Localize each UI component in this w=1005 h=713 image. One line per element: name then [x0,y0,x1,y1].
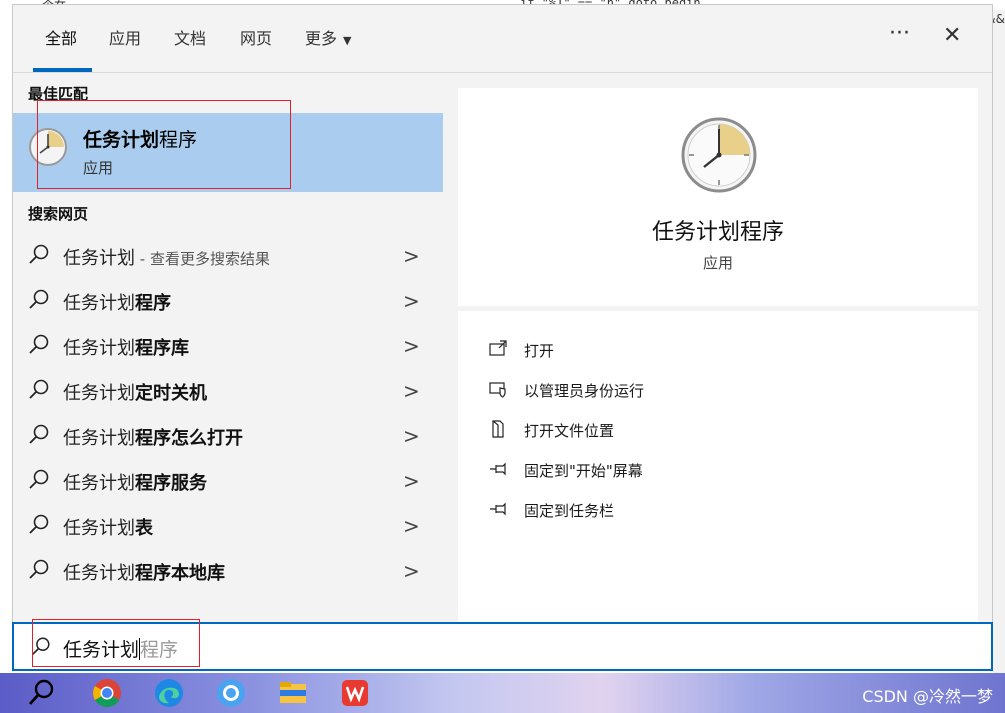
result-query: 任务计划 [63,248,135,269]
web-search-heading: 搜索网页 [28,205,89,223]
action-open[interactable]: 打开 [488,335,948,365]
search-icon[interactable] [26,677,58,709]
action-label: 打开文件位置 [524,422,615,440]
tab-more-label: 更多 [305,29,338,48]
search-icon [29,289,49,309]
more-options-icon[interactable]: ··· [889,21,910,46]
action-open-file-location[interactable]: 打开文件位置 [488,415,948,445]
result-completion: 程序服务 [135,473,207,494]
chevron-right-icon: > [403,289,420,313]
chrome-icon[interactable] [91,677,123,709]
result-query: 任务计划 [63,338,135,359]
chevron-right-icon: > [403,244,420,268]
tab-web[interactable]: 网页 [240,5,272,72]
search-icon [29,424,49,444]
action-pin-to-start[interactable]: 固定到"开始"屏幕 [488,455,948,485]
tab-all[interactable]: 全部 [45,5,77,72]
search-icon [29,559,49,579]
result-query: 任务计划 [63,428,135,449]
preview-header: 任务计划程序 应用 [458,88,978,306]
web-result-text: 任务计划 - 查看更多搜索结果 [63,244,270,270]
action-label: 以管理员身份运行 [524,382,645,400]
web-result-row[interactable]: 任务计划程序库 > [13,323,443,368]
web-result-row[interactable]: 任务计划程序本地库 > [13,548,443,593]
result-completion: 定时关机 [135,383,207,404]
desktop-right-strip: && [986,0,1005,713]
desktop-left-strip [0,0,12,713]
web-result-row[interactable]: 任务计划程序怎么打开 > [13,413,443,458]
search-icon [29,244,49,264]
result-query: 任务计划 [63,293,135,314]
search-icon [29,469,49,489]
search-icon [29,379,49,399]
wps-icon[interactable] [339,677,371,709]
search-icon [29,514,49,534]
search-header: 全部 应用 文档 网页 更多 ▼ ··· ✕ [13,5,992,73]
result-query: 任务计划 [63,473,135,494]
tab-more[interactable]: 更多 ▼ [305,5,351,72]
watermark-text: CSDN @冷然一梦 [862,687,993,706]
web-result-text: 任务计划程序怎么打开 [63,424,243,450]
action-pin-to-taskbar[interactable]: 固定到任务栏 [488,495,948,525]
pin-icon [490,502,506,516]
action-label: 固定到任务栏 [524,502,615,520]
search-icon [29,334,49,354]
web-result-row[interactable]: 任务计划定时关机 > [13,368,443,413]
caret-down-icon: ▼ [343,34,352,47]
chevron-right-icon: > [403,469,420,493]
file-explorer-icon[interactable] [277,677,309,709]
web-result-text: 任务计划定时关机 [63,379,207,405]
web-result-text: 任务计划程序服务 [63,469,207,495]
pin-icon [490,462,506,476]
result-completion: 程序本地库 [135,563,225,584]
chevron-right-icon: > [403,334,420,358]
result-hint: - 查看更多搜索结果 [135,250,270,268]
web-result-row[interactable]: 任务计划表 > [13,503,443,548]
edge-icon[interactable] [153,677,185,709]
preview-title: 任务计划程序 [651,220,784,245]
annotation-highlight-box [32,619,200,667]
result-query: 任务计划 [63,518,135,539]
chevron-right-icon: > [403,379,420,403]
tab-documents[interactable]: 文档 [174,5,206,72]
action-label: 固定到"开始"屏幕 [524,462,643,480]
active-tab-indicator [33,68,92,72]
taskbar: CSDN @冷然一梦 [0,673,1005,713]
chevron-right-icon: > [403,424,420,448]
result-completion: 程序库 [135,338,189,359]
web-result-text: 任务计划程序本地库 [63,559,225,585]
web-result-text: 任务计划表 [63,514,153,540]
annotation-highlight-box [37,100,291,189]
chevron-right-icon: > [403,514,420,538]
result-completion: 程序 [135,293,171,314]
action-label: 打开 [524,342,555,360]
web-result-row[interactable]: 任务计划程序 > [13,278,443,323]
web-result-row[interactable]: 任务计划程序服务 > [13,458,443,503]
shield-admin-icon [489,382,506,398]
result-completion: 表 [135,518,153,539]
tab-apps[interactable]: 应用 [109,5,141,72]
result-query: 任务计划 [63,383,135,404]
result-query: 任务计划 [63,563,135,584]
open-window-icon [489,340,507,356]
web-result-row[interactable]: 任务计划 - 查看更多搜索结果 > [13,233,443,278]
web-result-text: 任务计划程序库 [63,334,189,360]
clock-icon [681,117,757,193]
preview-actions: 打开 以管理员身份运行 打开文件位置 固定到"开始"屏幕 固定到任务栏 [458,311,978,625]
web-result-text: 任务计划程序 [63,289,171,315]
qq-icon[interactable] [215,677,247,709]
file-location-icon [492,420,504,438]
close-icon[interactable]: ✕ [943,23,961,48]
result-completion: 程序怎么打开 [135,428,243,449]
preview-subtitle: 应用 [702,254,733,272]
chevron-right-icon: > [403,559,420,583]
action-run-as-admin[interactable]: 以管理员身份运行 [488,375,948,405]
